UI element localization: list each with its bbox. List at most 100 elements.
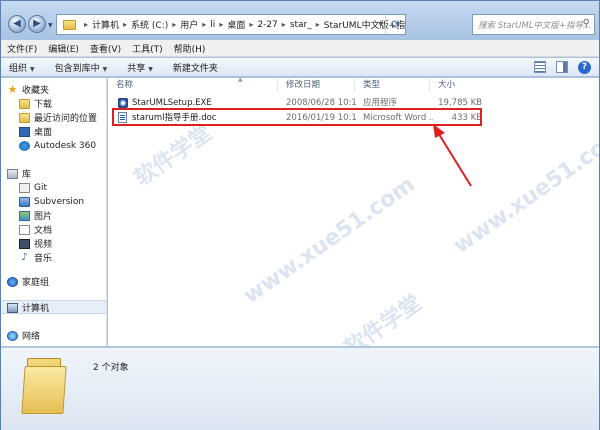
nav-music[interactable]: ♪ 音乐 [19, 251, 52, 264]
watermark: 软件学堂 [130, 120, 217, 192]
videos-icon [19, 238, 30, 249]
breadcrumb-users[interactable]: 用户 [180, 18, 198, 31]
breadcrumb-2-27[interactable]: 2-27 [257, 20, 277, 30]
desktop-icon [19, 126, 30, 137]
annotation-arrow [433, 124, 472, 187]
view-controls: ? [534, 61, 591, 74]
music-icon: ♪ [21, 251, 28, 263]
include-library-label: 包含到库中 [54, 63, 100, 74]
breadcrumb-computer[interactable]: 计算机 [92, 18, 119, 31]
column-header-date[interactable]: 修改日期 [278, 78, 355, 92]
nav-label: 最近访问的位置 [34, 114, 98, 124]
nav-label: 收藏夹 [22, 86, 50, 96]
subversion-icon [19, 196, 30, 207]
menubar: 文件(F) 编辑(E) 查看(V) 工具(T) 帮助(H) [1, 40, 599, 57]
breadcrumb-star[interactable]: star_ [290, 20, 312, 30]
chevron-right-icon[interactable]: ▸ [172, 20, 176, 29]
breadcrumb-drive[interactable]: 系统 (C:) [131, 18, 168, 31]
chevron-right-icon[interactable]: ▸ [219, 20, 223, 29]
nav-label: 家庭组 [22, 278, 50, 288]
folder-icon [63, 19, 76, 30]
nav-downloads[interactable]: 下载 [19, 97, 52, 110]
share-button[interactable]: 共享 ▼ [127, 61, 153, 74]
documents-icon [19, 224, 30, 235]
item-count: 2 个对象 [93, 363, 129, 373]
exe-file-icon [118, 98, 128, 108]
nav-documents[interactable]: 文档 [19, 223, 52, 236]
back-button[interactable]: ◀ [8, 15, 26, 33]
nav-label: 文档 [34, 226, 53, 236]
menu-file[interactable]: 文件(F) [7, 42, 37, 55]
nav-autodesk[interactable]: Autodesk 360 [19, 139, 96, 152]
column-header-size[interactable]: 大小 [430, 78, 490, 92]
chevron-right-icon[interactable]: ▸ [84, 20, 88, 29]
nav-label: Autodesk 360 [34, 140, 97, 151]
chevron-right-icon[interactable]: ▸ [282, 20, 286, 29]
download-folder-icon [19, 98, 30, 109]
refresh-icon: ⟳ [390, 18, 401, 31]
nav-git[interactable]: Git [19, 181, 47, 194]
nav-label: Git [34, 182, 48, 193]
menu-view[interactable]: 查看(V) [90, 42, 121, 55]
column-header-type[interactable]: 类型 [355, 78, 430, 92]
nav-computer[interactable]: 计算机 [7, 301, 49, 314]
nav-homegroup[interactable]: 家庭组 [7, 275, 49, 288]
nav-desktop[interactable]: 桌面 [19, 125, 52, 138]
nav-videos[interactable]: 视频 [19, 237, 52, 250]
chevron-right-icon[interactable]: ▸ [316, 20, 320, 29]
preview-pane-icon[interactable] [556, 61, 568, 73]
nav-network[interactable]: 网络 [7, 329, 40, 342]
nav-pictures[interactable]: 图片 [19, 209, 52, 222]
navigation-pane: ★ 收藏夹 下载 最近访问的位置 桌面 Autodesk 360 库 Git Su… [1, 78, 107, 346]
new-folder-button[interactable]: 新建文件夹 [173, 61, 218, 74]
nav-label: 网络 [22, 332, 41, 342]
chevron-down-icon: ▼ [148, 65, 153, 73]
refresh-button[interactable]: ⟳ [385, 15, 405, 34]
column-header-name[interactable]: 名称 [108, 78, 278, 92]
nav-label: 桌面 [34, 128, 53, 138]
nav-label: 库 [22, 170, 32, 180]
network-icon [7, 330, 18, 341]
arrow-right-icon: ▶ [33, 18, 41, 29]
menu-tools[interactable]: 工具(T) [132, 42, 163, 55]
include-library-button[interactable]: 包含到库中 ▼ [55, 61, 108, 74]
explorer-window: ◀ ▶ ▼ ▸ 计算机 ▸ 系统 (C:) ▸ 用户 ▸ li ▸ 桌面 ▸ 2… [0, 0, 600, 430]
chevron-right-icon[interactable]: ▸ [202, 20, 206, 29]
git-icon [19, 182, 30, 193]
nav-recent[interactable]: 最近访问的位置 [19, 111, 97, 124]
help-icon[interactable]: ? [578, 61, 591, 74]
nav-libraries[interactable]: 库 [7, 167, 31, 180]
nav-label: Subversion [34, 196, 85, 207]
view-list-icon[interactable] [534, 61, 546, 73]
nav-label: 图片 [34, 212, 53, 222]
nav-label: 下载 [34, 100, 53, 110]
address-bar[interactable]: ▸ 计算机 ▸ 系统 (C:) ▸ 用户 ▸ li ▸ 桌面 ▸ 2-27 ▸ … [56, 14, 406, 35]
star-icon: ★ [7, 82, 18, 96]
organize-label: 组织 [9, 63, 28, 74]
chevron-down-icon: ▼ [30, 65, 35, 73]
library-icon [7, 168, 18, 179]
breadcrumb-desktop[interactable]: 桌面 [227, 18, 245, 31]
breadcrumb-user[interactable]: li [210, 20, 215, 30]
nav-label: 音乐 [34, 254, 53, 264]
nav-favorites[interactable]: ★ 收藏夹 [7, 82, 50, 97]
nav-label: 视频 [34, 240, 53, 250]
computer-icon [7, 302, 18, 313]
search-input[interactable]: 搜索 StarUML中文版+指导... ⚲ [472, 14, 595, 35]
folder-large-icon [21, 358, 67, 414]
address-dropdown-icon[interactable]: ▼ [378, 21, 383, 28]
chevron-right-icon[interactable]: ▸ [249, 20, 253, 29]
chevron-down-icon: ▼ [102, 65, 108, 73]
chevron-right-icon[interactable]: ▸ [123, 20, 127, 29]
share-label: 共享 [127, 63, 146, 74]
forward-button[interactable]: ▶ [28, 15, 46, 33]
menu-help[interactable]: 帮助(H) [174, 42, 206, 55]
search-placeholder: 搜索 StarUML中文版+指导... [478, 21, 592, 31]
nav-subversion[interactable]: Subversion [19, 195, 84, 208]
details-pane: 2 个对象 [1, 347, 599, 430]
organize-button[interactable]: 组织 ▼ [9, 61, 35, 74]
menu-edit[interactable]: 编辑(E) [48, 42, 79, 55]
arrow-left-icon: ◀ [13, 18, 21, 29]
search-icon[interactable]: ⚲ [583, 18, 590, 29]
recent-pages-dropdown-icon[interactable]: ▼ [48, 22, 53, 29]
